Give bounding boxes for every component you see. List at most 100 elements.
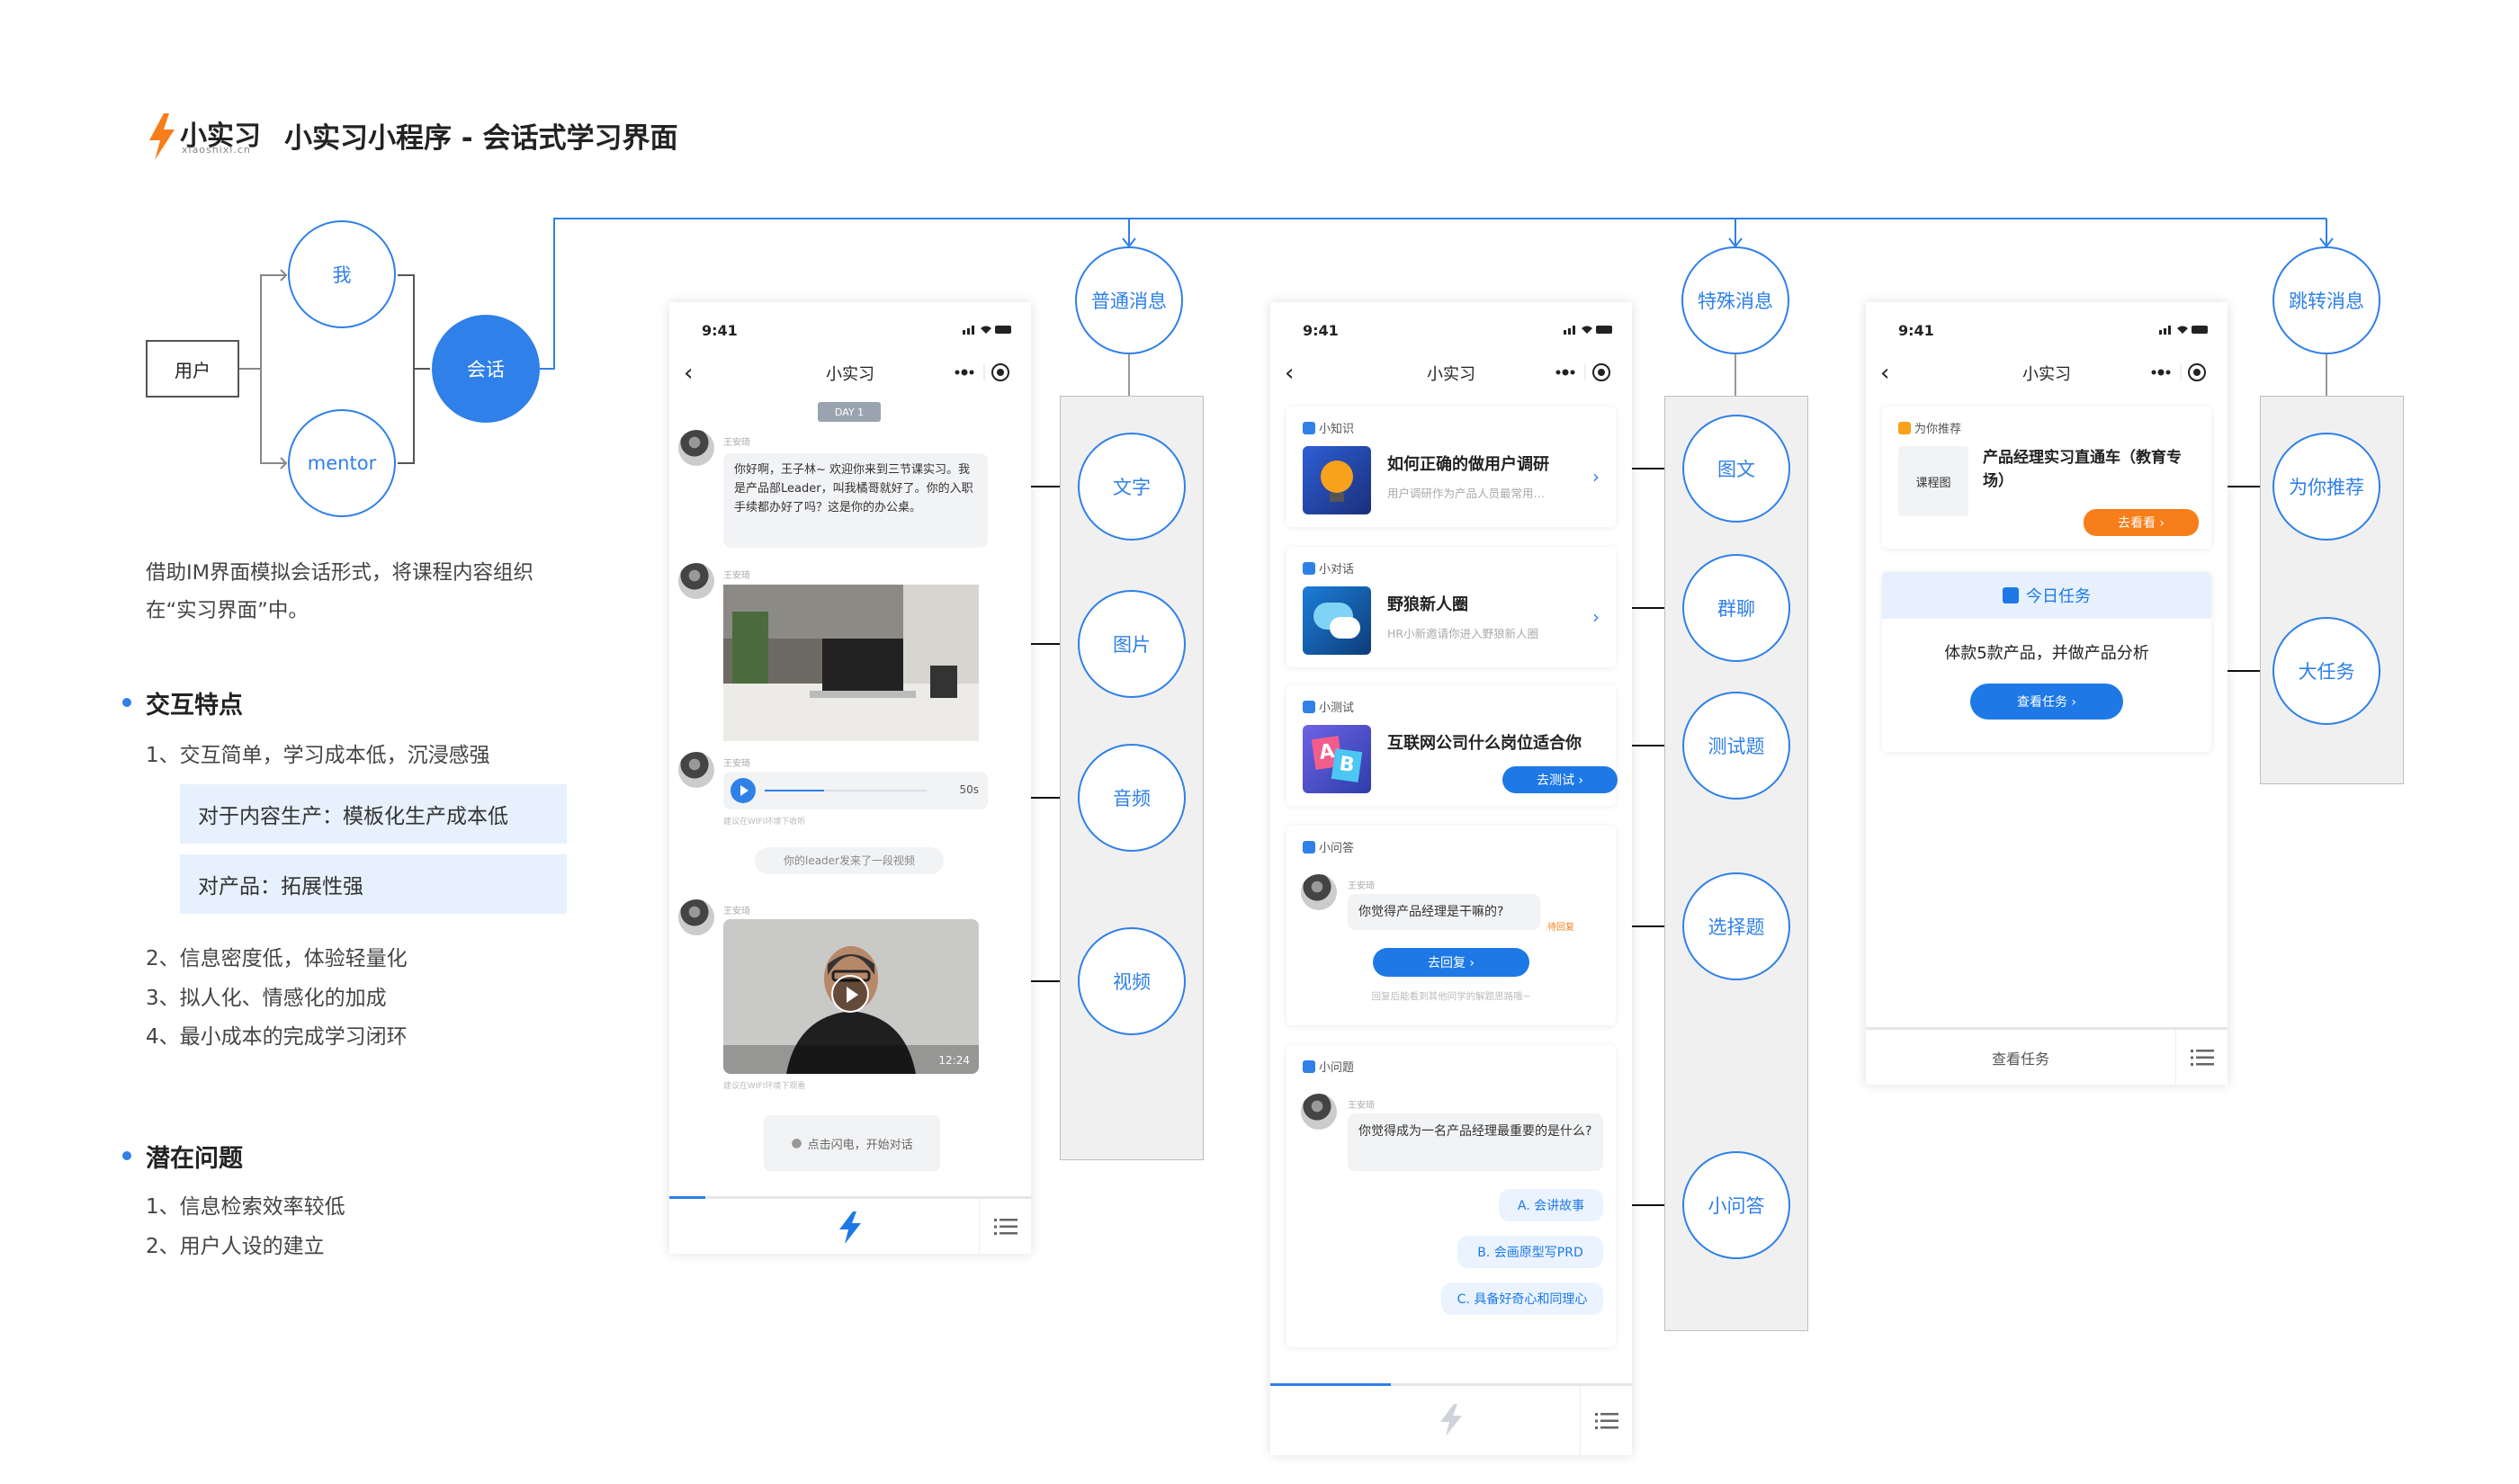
type-qa: 小问答: [1682, 1151, 1790, 1259]
type-task: 大任务: [2272, 617, 2380, 725]
chat-icon: [1303, 561, 1315, 575]
sender-name: 王安琦: [723, 907, 750, 916]
type-image: 图片: [1078, 590, 1186, 698]
system-message: 你的leader发来了一段视频: [755, 847, 944, 874]
qa-icon: [1303, 840, 1315, 854]
type-audio: 音频: [1078, 744, 1186, 852]
play-icon[interactable]: [831, 975, 869, 1013]
card-category: 为你推荐: [1898, 419, 1961, 436]
card-choice[interactable]: 小问题 王安琦 你觉得成为一名产品经理最重要的是什么? A. 会讲故事 B. 会…: [1286, 1045, 1616, 1347]
task-header: 今日任务: [1882, 572, 2211, 619]
category-jump: 跳转消息: [2272, 246, 2380, 354]
bottom-bar: 查看任务: [1866, 1027, 2228, 1085]
bottom-view-task[interactable]: 查看任务: [1866, 1030, 2175, 1085]
start-hint-text: 点击闪电，开始对话: [807, 1138, 913, 1152]
list-icon[interactable]: [1580, 1386, 1632, 1455]
quiz-button[interactable]: 去测试 ›: [1502, 766, 1618, 793]
phone-jump-messages: 9:41 ‹ 小实习 为你推荐 课程图 产品经理实习直通车（教育专场） 去看看 …: [1866, 302, 2228, 1085]
card-daily-task[interactable]: 今日任务 体款5款产品，并做产品分析 查看任务 ›: [1882, 572, 2211, 752]
day-badge: DAY 1: [818, 402, 881, 422]
card-category: 小知识: [1303, 419, 1354, 436]
avatar: [678, 752, 714, 788]
avatar: [678, 899, 714, 935]
feature-item-2: 2、信息密度低，体验轻量化: [146, 947, 408, 970]
card-category: 小问题: [1303, 1058, 1354, 1075]
me-node: 我: [288, 220, 396, 328]
view-button[interactable]: 去看看 ›: [2084, 509, 2199, 536]
avatar: [678, 430, 714, 466]
thumbs-up-icon: [1898, 421, 1911, 434]
audio-note: 建议在WIFI环境下收听: [723, 818, 806, 827]
category-normal: 普通消息: [1075, 246, 1183, 354]
lightning-icon[interactable]: [1438, 1404, 1465, 1436]
feature-box-product: 对产品：拓展性强: [180, 854, 567, 914]
description: 借助IM界面模拟会话形式，将课程内容组织在“实习界面”中。: [146, 561, 534, 622]
avatar: [678, 563, 714, 599]
card-qa[interactable]: 小问答 王安琦 你觉得产品经理是干嘛的? 待回复 去回复 › 回复后能看到其他同…: [1286, 826, 1616, 1025]
status-time: 9:41: [702, 322, 738, 339]
text-message: 你好啊，王子林~ 欢迎你来到三节课实习。我是产品部Leader，叫我橘哥就好了。…: [723, 453, 988, 548]
mic-icon: ●: [791, 1136, 802, 1150]
chevron-right-icon: ›: [1592, 466, 1600, 487]
video-duration: 12:24: [938, 1054, 970, 1067]
avatar: [1301, 1094, 1337, 1130]
question-bubble: 你觉得成为一名产品经理最重要的是什么?: [1348, 1113, 1603, 1171]
reply-note: 回复后能看到其他同学的解题思路哦~: [1371, 991, 1531, 1002]
type-rich: 图文: [1682, 415, 1790, 523]
status-icons: [2159, 326, 2208, 335]
checkbox-icon: [2003, 587, 2019, 603]
pending-badge: 待回复: [1547, 923, 1574, 933]
option-c[interactable]: C. 具备好奇心和同理心: [1441, 1283, 1603, 1315]
user-node: 用户: [146, 340, 239, 398]
sender-name: 王安琦: [1348, 881, 1375, 891]
feature-item-1: 1、交互简单，学习成本低，沉浸感强: [146, 744, 490, 767]
card-recommend[interactable]: 为你推荐 课程图 产品经理实习直通车（教育专场） 去看看 ›: [1882, 407, 2211, 549]
capsule-menu-icon[interactable]: [1538, 356, 1619, 389]
reply-button[interactable]: 去回复 ›: [1373, 948, 1529, 977]
card-knowledge[interactable]: 小知识 如何正确的做用户调研 用户调研作为产品人员最常用… ›: [1286, 407, 1616, 527]
feature-item-3: 3、拟人化、情感化的加成: [146, 987, 387, 1010]
type-recommend: 为你推荐: [2272, 433, 2380, 541]
sender-name: 王安琦: [1348, 1101, 1375, 1111]
audio-message[interactable]: 50s: [723, 772, 988, 809]
view-task-button[interactable]: 查看任务 ›: [1970, 684, 2123, 720]
question-bubble: 你觉得产品经理是干嘛的?: [1348, 894, 1540, 930]
progress-bar: [669, 1196, 705, 1199]
option-b[interactable]: B. 会画原型写PRD: [1457, 1236, 1603, 1268]
type-text: 文字: [1078, 433, 1186, 541]
video-message[interactable]: 12:24: [723, 919, 979, 1074]
audio-progress: [765, 790, 824, 791]
capsule-menu-icon[interactable]: [2134, 356, 2215, 389]
card-title: 如何正确的做用户调研: [1387, 455, 1549, 474]
card-category: 小对话: [1303, 559, 1354, 577]
card-quiz[interactable]: 小测试 A B 互联网公司什么岗位适合你 去测试 ›: [1286, 685, 1618, 806]
option-a[interactable]: A. 会讲故事: [1499, 1189, 1603, 1221]
capsule-menu-icon[interactable]: [937, 356, 1018, 389]
card-group-chat[interactable]: 小对话 野狼新人圈 HR小新邀请你进入野狼新人圈 ›: [1286, 547, 1616, 667]
office-desk-image[interactable]: [723, 585, 979, 741]
card-subtitle: 用户调研作为产品人员最常用…: [1387, 487, 1546, 500]
lightning-icon[interactable]: [837, 1211, 864, 1244]
type-quiz: 测试题: [1682, 692, 1790, 800]
issue-item-2: 2、用户人设的建立: [146, 1235, 325, 1258]
start-hint: ● 点击闪电，开始对话: [764, 1115, 940, 1171]
card-subtitle: HR小新邀请你进入野狼新人圈: [1387, 627, 1539, 640]
type-video: 视频: [1078, 927, 1186, 1035]
card-title: 野狼新人圈: [1387, 595, 1468, 614]
list-icon[interactable]: [2175, 1030, 2228, 1085]
chevron-right-icon: ›: [1592, 606, 1600, 628]
knowledge-icon: [1303, 421, 1315, 434]
features-title: 交互特点: [146, 692, 243, 720]
quiz-icon: [1303, 700, 1315, 713]
progress-bar: [1270, 1383, 1391, 1386]
card-category: 小测试: [1303, 698, 1354, 715]
card-category: 小问答: [1303, 838, 1354, 855]
page-title: 小实习小程序 - 会话式学习界面: [284, 122, 678, 155]
play-icon[interactable]: [731, 778, 756, 803]
issues-title: 潜在问题: [146, 1145, 243, 1173]
phone-normal-messages: 9:41 ‹ 小实习 DAY 1 王安琦 你好啊，王子林~ 欢迎你来到三节课实习…: [669, 302, 1031, 1254]
category-special: 特殊消息: [1681, 246, 1789, 354]
bullet-dot: [122, 698, 131, 707]
issue-item-1: 1、信息检索效率较低: [146, 1195, 345, 1219]
list-icon[interactable]: [979, 1199, 1031, 1254]
